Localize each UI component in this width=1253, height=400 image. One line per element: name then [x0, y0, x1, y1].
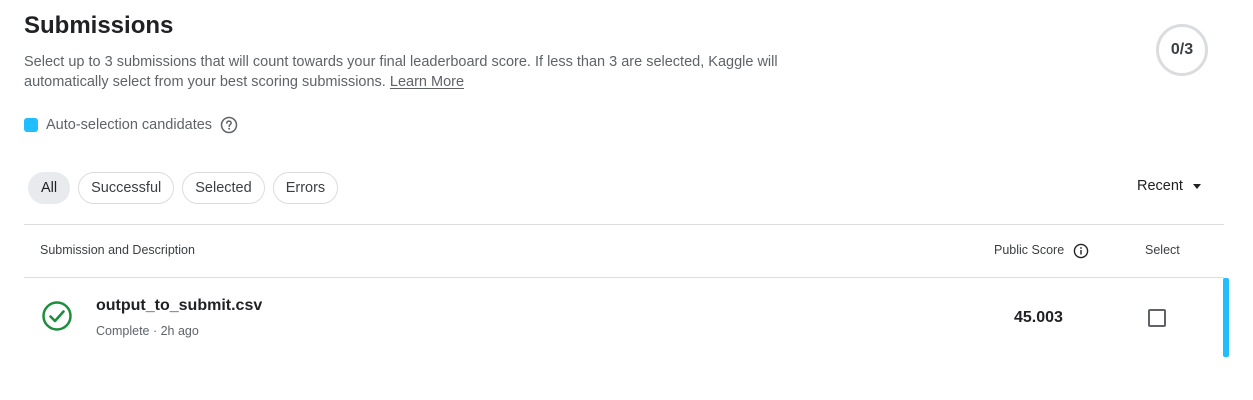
caret-down-icon	[1192, 183, 1201, 189]
tab-all[interactable]: All	[28, 172, 71, 204]
filter-tabs: All Successful Selected Errors	[28, 172, 339, 204]
learn-more-link[interactable]: Learn More	[390, 74, 464, 90]
tab-successful[interactable]: Successful	[78, 172, 175, 204]
public-score-value: 45.003	[1014, 309, 1063, 326]
page-description: Select up to 3 submissions that will cou…	[24, 52, 824, 92]
auto-selection-swatch	[24, 118, 38, 132]
page-title: Submissions	[24, 12, 174, 39]
sort-dropdown[interactable]: Recent	[1137, 178, 1201, 194]
legend-label: Auto-selection candidates	[46, 117, 213, 133]
submission-meta: Complete · 2h ago	[96, 324, 199, 338]
question-circle-icon[interactable]	[220, 116, 238, 134]
check-circle-icon	[41, 300, 73, 332]
select-checkbox[interactable]	[1148, 309, 1166, 327]
column-header-select: Select	[1145, 243, 1180, 257]
header-bottom-divider	[24, 277, 1224, 278]
info-icon[interactable]	[1073, 243, 1089, 259]
tab-errors[interactable]: Errors	[272, 172, 339, 204]
submission-filename[interactable]: output_to_submit.csv	[96, 297, 262, 315]
tab-selected[interactable]: Selected	[182, 172, 265, 204]
auto-selection-indicator	[1223, 278, 1229, 357]
auto-selection-legend: Auto-selection candidates	[24, 116, 238, 134]
sort-label: Recent	[1137, 178, 1183, 194]
column-header-submission: Submission and Description	[40, 243, 195, 257]
table-top-divider	[24, 224, 1224, 225]
column-header-public-score[interactable]: Public Score	[994, 243, 1064, 257]
selection-counter: 0/3	[1156, 24, 1208, 76]
